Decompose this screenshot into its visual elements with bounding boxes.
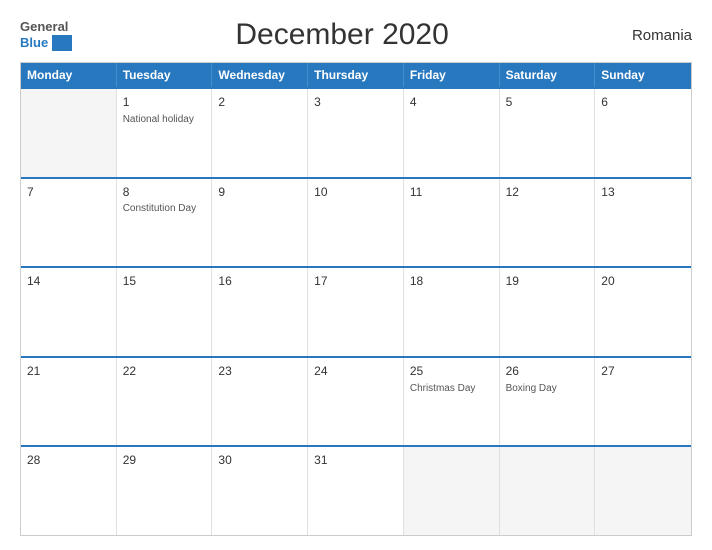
calendar-week-4: 21 22 23 24 25 Christmas Day 26 Boxing Day 27 xyxy=(21,356,691,446)
day-number: 7 xyxy=(27,184,110,201)
calendar-week-2: 78Constitution Day910111213 xyxy=(21,177,691,267)
page: General Blue December 2020 Romania Monda… xyxy=(0,0,712,550)
calendar-cell: 24 xyxy=(308,358,404,446)
calendar-cell xyxy=(404,447,500,535)
calendar-cell: 6 xyxy=(595,89,691,177)
calendar-cell: 30 xyxy=(212,447,308,535)
calendar-cell: 22 xyxy=(117,358,213,446)
logo-flag-icon xyxy=(52,35,72,51)
calendar-cell: 16 xyxy=(212,268,308,356)
calendar-cell: 31 xyxy=(308,447,404,535)
calendar-cell: 28 xyxy=(21,447,117,535)
country-label: Romania xyxy=(612,27,692,44)
calendar-cell: 2 xyxy=(212,89,308,177)
calendar-cell: 9 xyxy=(212,179,308,267)
calendar-cell: 4 xyxy=(404,89,500,177)
col-saturday: Saturday xyxy=(500,63,596,87)
logo-blue-text: Blue xyxy=(20,35,48,51)
day-number: 19 xyxy=(506,273,589,290)
day-number: 12 xyxy=(506,184,589,201)
calendar-cell xyxy=(500,447,596,535)
calendar-cell: 3 xyxy=(308,89,404,177)
calendar-cell: 1 National holiday xyxy=(117,89,213,177)
calendar-header-row: Monday Tuesday Wednesday Thursday Friday… xyxy=(21,63,691,87)
day-number: 25 xyxy=(410,363,493,380)
day-number: 31 xyxy=(314,452,397,469)
day-number: 14 xyxy=(27,273,110,290)
calendar-cell: 8Constitution Day xyxy=(117,179,213,267)
col-tuesday: Tuesday xyxy=(117,63,213,87)
day-number: 11 xyxy=(410,184,493,201)
calendar-cell: 11 xyxy=(404,179,500,267)
day-number: 6 xyxy=(601,94,685,111)
calendar-cell: 19 xyxy=(500,268,596,356)
col-sunday: Sunday xyxy=(595,63,691,87)
calendar-cell xyxy=(21,89,117,177)
calendar-cell: 21 xyxy=(21,358,117,446)
calendar-title: December 2020 xyxy=(72,18,612,52)
day-number: 21 xyxy=(27,363,110,380)
calendar-cell: 5 xyxy=(500,89,596,177)
day-number: 28 xyxy=(27,452,110,469)
day-number: 26 xyxy=(506,363,589,380)
calendar-cell: 29 xyxy=(117,447,213,535)
calendar-body: 1National holiday2345678Constitution Day… xyxy=(21,87,691,535)
col-monday: Monday xyxy=(21,63,117,87)
calendar-cell: 20 xyxy=(595,268,691,356)
calendar-cell: 15 xyxy=(117,268,213,356)
day-number: 17 xyxy=(314,273,397,290)
calendar-week-5: 28 29 30 31 xyxy=(21,445,691,535)
calendar-week-1: 1 National holiday 23456 xyxy=(21,87,691,177)
holiday-label: Christmas Day xyxy=(410,382,493,395)
day-number: 2 xyxy=(218,94,301,111)
calendar-cell: 25 Christmas Day xyxy=(404,358,500,446)
calendar-cell: 10 xyxy=(308,179,404,267)
day-number: 13 xyxy=(601,184,685,201)
calendar-cell: 18 xyxy=(404,268,500,356)
calendar-cell: 27 xyxy=(595,358,691,446)
day-number: 27 xyxy=(601,363,685,380)
day-number: 16 xyxy=(218,273,301,290)
holiday-label: National holiday xyxy=(123,113,206,126)
day-number: 8 xyxy=(123,184,206,201)
col-thursday: Thursday xyxy=(308,63,404,87)
calendar: Monday Tuesday Wednesday Thursday Friday… xyxy=(20,62,692,536)
calendar-cell: 23 xyxy=(212,358,308,446)
day-number: 5 xyxy=(506,94,589,111)
day-number: 29 xyxy=(123,452,206,469)
day-number: 24 xyxy=(314,363,397,380)
day-number: 9 xyxy=(218,184,301,201)
calendar-cell: 26 Boxing Day xyxy=(500,358,596,446)
logo: General Blue xyxy=(20,19,72,51)
calendar-cell: 17 xyxy=(308,268,404,356)
calendar-cell xyxy=(595,447,691,535)
day-number: 4 xyxy=(410,94,493,111)
calendar-cell: 13 xyxy=(595,179,691,267)
col-friday: Friday xyxy=(404,63,500,87)
calendar-week-3: 14 15 16 17 18 19 20 xyxy=(21,266,691,356)
holiday-label: Constitution Day xyxy=(123,202,206,215)
day-number: 15 xyxy=(123,273,206,290)
calendar-cell: 14 xyxy=(21,268,117,356)
calendar-cell: 7 xyxy=(21,179,117,267)
header: General Blue December 2020 Romania xyxy=(20,18,692,52)
day-number: 20 xyxy=(601,273,685,290)
day-number: 22 xyxy=(123,363,206,380)
day-number: 3 xyxy=(314,94,397,111)
day-number: 23 xyxy=(218,363,301,380)
day-number: 10 xyxy=(314,184,397,201)
col-wednesday: Wednesday xyxy=(212,63,308,87)
logo-general-text: General xyxy=(20,19,68,35)
day-number: 18 xyxy=(410,273,493,290)
calendar-cell: 12 xyxy=(500,179,596,267)
day-number: 30 xyxy=(218,452,301,469)
holiday-label: Boxing Day xyxy=(506,382,589,395)
day-number: 1 xyxy=(123,94,206,111)
